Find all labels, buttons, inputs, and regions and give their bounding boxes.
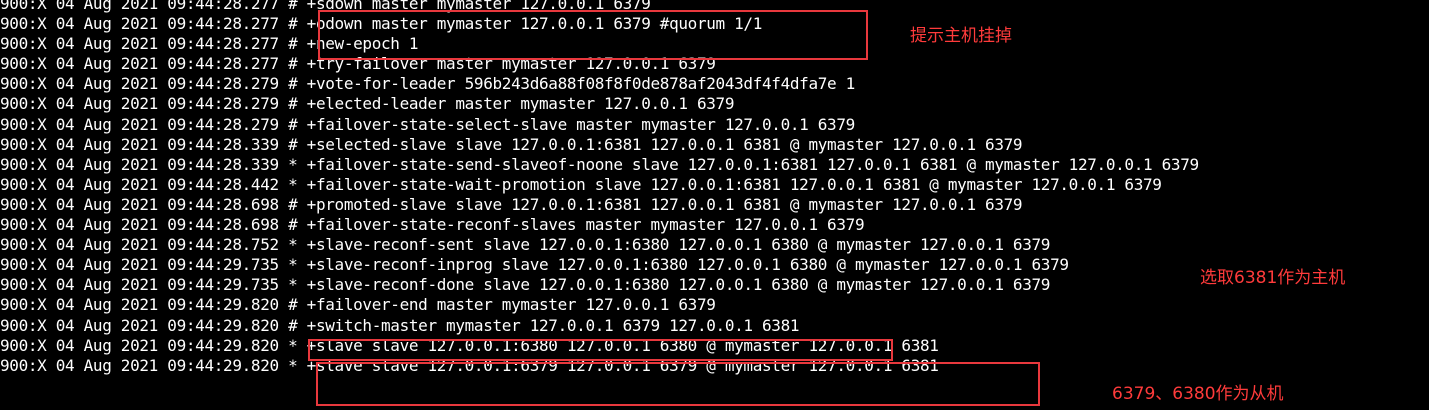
log-line: 900:X 04 Aug 2021 09:44:28.698 # +promot… [0, 194, 1023, 214]
log-line: 900:X 04 Aug 2021 09:44:28.279 # +vote-f… [0, 74, 855, 94]
log-line: 900:X 04 Aug 2021 09:44:29.820 # +failov… [0, 295, 716, 315]
log-line: 900:X 04 Aug 2021 09:44:28.442 * +failov… [0, 174, 1162, 194]
log-line: 900:X 04 Aug 2021 09:44:28.752 * +slave-… [0, 235, 1051, 255]
annotation-slaves: 6379、6380作为从机 [1112, 384, 1284, 404]
highlight-box-switch-master [308, 339, 893, 361]
log-line: 900:X 04 Aug 2021 09:44:28.339 * +failov… [0, 154, 1199, 174]
log-line: 900:X 04 Aug 2021 09:44:28.279 # +failov… [0, 114, 855, 134]
log-line: 900:X 04 Aug 2021 09:44:28.698 # +failov… [0, 215, 865, 235]
annotation-new-master: 选取6381作为主机 [1200, 268, 1346, 288]
log-line: 900:X 04 Aug 2021 09:44:29.735 * +slave-… [0, 255, 1069, 275]
annotation-master-down: 提示主机挂掉 [910, 26, 1012, 46]
log-line: 900:X 04 Aug 2021 09:44:29.735 * +slave-… [0, 275, 1051, 295]
log-line: 900:X 04 Aug 2021 09:44:28.279 # +electe… [0, 94, 735, 114]
terminal-window[interactable]: 900:X 04 Aug 2021 09:44:28.277 # +sdown … [0, 0, 1429, 410]
log-line: 900:X 04 Aug 2021 09:44:29.820 # +switch… [0, 315, 800, 335]
highlight-box-slaves [316, 362, 1040, 406]
log-line: 900:X 04 Aug 2021 09:44:28.339 # +select… [0, 134, 1023, 154]
highlight-box-odown [318, 10, 868, 60]
